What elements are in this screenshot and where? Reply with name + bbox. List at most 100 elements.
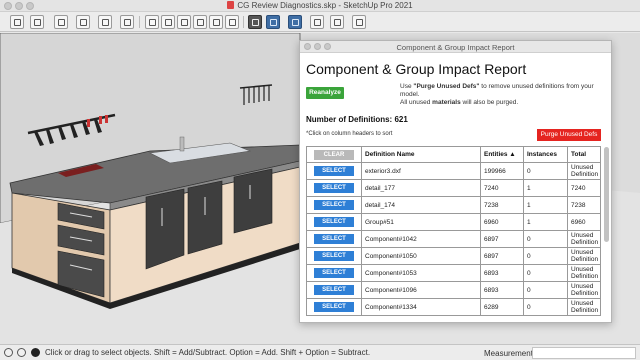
warehouse-icon[interactable] xyxy=(288,15,302,29)
new-file-icon[interactable] xyxy=(54,15,68,29)
impact-report-dialog: Component & Group Impact Report Componen… xyxy=(299,40,612,323)
clear-button[interactable]: CLEAR xyxy=(314,149,354,160)
total-cell: Unused Definition xyxy=(567,298,601,316)
window-title: CG Review Diagnostics.skp - SketchUp Pro… xyxy=(0,1,640,10)
shaded-textures-icon[interactable] xyxy=(225,15,239,29)
status-bar: Click or drag to select objects. Shift =… xyxy=(0,344,640,360)
select-button[interactable]: SELECT xyxy=(314,268,354,278)
entities-cell: 7238 xyxy=(480,196,524,214)
perspective-icon[interactable] xyxy=(120,15,134,29)
definition-count: Number of Definitions: 621 xyxy=(306,115,408,124)
report-scrollbar[interactable] xyxy=(604,147,609,242)
upload-icon[interactable] xyxy=(330,15,344,29)
definitions-table: CLEAR Definition Name Entities ▲ Instanc… xyxy=(306,146,601,321)
entities-cell: 6893 xyxy=(480,264,524,282)
total-cell: Unused Definition xyxy=(567,162,601,180)
table-row: SELECT detail_177 7240 1 7240 xyxy=(306,179,601,197)
select-button[interactable]: SELECT xyxy=(314,234,354,244)
definition-name-cell: detail_174 xyxy=(361,196,481,214)
select-button[interactable]: SELECT xyxy=(314,251,354,261)
window-title-bar: CG Review Diagnostics.skp - SketchUp Pro… xyxy=(0,0,640,25)
home-icon[interactable] xyxy=(76,15,90,29)
component-browser-icon[interactable] xyxy=(266,15,280,29)
entities-cell: 6897 xyxy=(480,230,524,248)
header-instances[interactable]: Instances xyxy=(523,146,568,163)
header-entities[interactable]: Entities ▲ xyxy=(480,146,524,163)
header-total[interactable]: Total xyxy=(567,146,601,163)
status-message: Click or drag to select objects. Shift =… xyxy=(45,348,371,357)
definition-name-cell: Component#1042 xyxy=(361,230,481,248)
help-text-line-2: model. xyxy=(400,91,420,98)
instances-cell: 0 xyxy=(523,281,568,299)
table-row: SELECT Group#51 6960 1 6960 xyxy=(306,213,601,231)
definition-name-cell: detail_177 xyxy=(361,179,481,197)
reanalyze-button[interactable]: Reanalyze xyxy=(306,87,344,99)
parallel-projection-icon[interactable] xyxy=(98,15,112,29)
save-icon[interactable] xyxy=(30,15,44,29)
wireframe-icon[interactable] xyxy=(177,15,191,29)
open-file-icon[interactable] xyxy=(10,15,24,29)
table-row: SELECT Component#1042 6897 0 Unused Defi… xyxy=(306,230,601,248)
select-button[interactable]: SELECT xyxy=(314,183,354,193)
dialog-title-bar: Component & Group Impact Report xyxy=(300,41,611,53)
definition-name-cell: Component#1053 xyxy=(361,264,481,282)
total-cell: Unused Definition xyxy=(567,247,601,265)
entities-cell: 6897 xyxy=(480,247,524,265)
select-button[interactable]: SELECT xyxy=(314,302,354,312)
total-cell: 7238 xyxy=(567,196,601,214)
purge-unused-defs-button[interactable]: Purge Unused Defs xyxy=(537,129,601,141)
info-icon[interactable] xyxy=(31,348,40,357)
extension-icon[interactable] xyxy=(310,15,324,29)
table-row: SELECT exterior3.dxf 199966 0 Unused Def… xyxy=(306,162,601,180)
shaded-icon[interactable] xyxy=(209,15,223,29)
help-text-line-1: Use "Purge Unused Defs" to remove unused… xyxy=(400,83,594,90)
main-toolbar xyxy=(0,12,640,32)
definition-name-cell: Group#51 xyxy=(361,213,481,231)
instances-cell: 1 xyxy=(523,196,568,214)
total-cell: Unused Definition xyxy=(567,230,601,248)
table-header-row: CLEAR Definition Name Entities ▲ Instanc… xyxy=(306,146,601,163)
sort-note: *Click on column headers to sort xyxy=(306,131,393,137)
sync-icon[interactable] xyxy=(352,15,366,29)
x-ray-icon[interactable] xyxy=(145,15,159,29)
monochrome-icon[interactable] xyxy=(248,15,262,29)
instances-cell: 1 xyxy=(523,213,568,231)
total-cell: Unused Definition xyxy=(567,281,601,299)
instances-cell: 0 xyxy=(523,247,568,265)
select-button[interactable]: SELECT xyxy=(314,166,354,176)
report-heading: Component & Group Impact Report xyxy=(306,61,527,77)
definition-name-cell: Component#1050 xyxy=(361,247,481,265)
select-button[interactable]: SELECT xyxy=(314,217,354,227)
geolocation-icon[interactable] xyxy=(4,348,13,357)
select-button[interactable]: SELECT xyxy=(314,200,354,210)
total-cell: 7240 xyxy=(567,179,601,197)
instances-cell: 0 xyxy=(523,264,568,282)
select-button[interactable]: SELECT xyxy=(314,285,354,295)
header-definition-name[interactable]: Definition Name xyxy=(361,146,481,163)
entities-cell: 6893 xyxy=(480,281,524,299)
definition-name-cell: exterior3.dxf xyxy=(361,162,481,180)
definition-name-cell: Component#1096 xyxy=(361,281,481,299)
document-icon xyxy=(227,1,235,9)
entities-cell: 6289 xyxy=(480,298,524,316)
style-back-edges-icon[interactable] xyxy=(161,15,175,29)
instances-cell: 1 xyxy=(523,179,568,197)
instances-cell: 0 xyxy=(523,162,568,180)
hidden-line-icon[interactable] xyxy=(193,15,207,29)
total-cell: Unused Definition xyxy=(567,264,601,282)
instances-cell: 0 xyxy=(523,298,568,316)
help-text-line-3: All unused materials will also be purged… xyxy=(400,99,519,106)
credits-icon[interactable] xyxy=(17,348,26,357)
table-row: SELECT Component#1053 6893 0 Unused Defi… xyxy=(306,264,601,282)
table-row: SELECT Component#1096 6893 0 Unused Defi… xyxy=(306,281,601,299)
measurements-label: Measurements xyxy=(484,349,537,358)
table-row: SELECT Component#1050 6897 0 Unused Defi… xyxy=(306,247,601,265)
instances-cell: 0 xyxy=(523,230,568,248)
table-row: SELECT detail_174 7238 1 7238 xyxy=(306,196,601,214)
entities-cell: 199966 xyxy=(480,162,524,180)
table-row: SELECT Component#1334 6289 0 Unused Defi… xyxy=(306,298,601,316)
definition-name-cell: Component#1334 xyxy=(361,298,481,316)
measurements-input[interactable] xyxy=(532,347,636,359)
dialog-title: Component & Group Impact Report xyxy=(396,43,515,52)
entities-cell: 7240 xyxy=(480,179,524,197)
